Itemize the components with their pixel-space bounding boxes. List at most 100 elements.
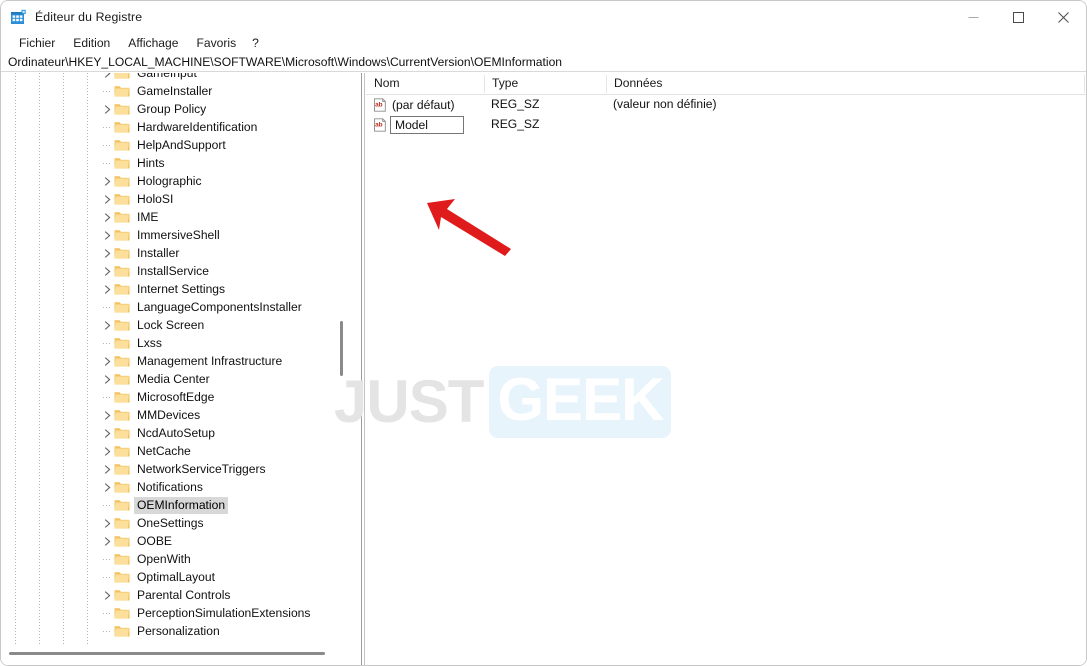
tree-item[interactable]: NetworkServiceTriggers [1, 460, 347, 478]
tree-item-label: GameInput [137, 73, 197, 80]
chevron-right-icon[interactable] [101, 406, 114, 424]
tree-item[interactable]: MicrosoftEdge [1, 388, 347, 406]
tree-item[interactable]: ImmersiveShell [1, 226, 347, 244]
address-bar[interactable]: Ordinateur\HKEY_LOCAL_MACHINE\SOFTWARE\M… [1, 53, 1086, 72]
chevron-right-icon[interactable] [101, 244, 114, 262]
maximize-button[interactable] [996, 1, 1041, 33]
folder-icon [114, 300, 130, 314]
tree-item[interactable]: Personalization [1, 622, 347, 640]
chevron-right-icon[interactable] [101, 262, 114, 280]
chevron-right-icon[interactable] [101, 460, 114, 478]
folder-icon [114, 228, 130, 242]
folder-icon [114, 480, 130, 494]
tree-item[interactable]: HardwareIdentification [1, 118, 347, 136]
tree-item[interactable]: Parental Controls [1, 586, 347, 604]
chevron-right-icon[interactable] [101, 280, 114, 298]
minimize-button[interactable] [951, 1, 996, 33]
value-row[interactable]: ab Model REG_SZ [366, 115, 1086, 135]
tree-item[interactable]: OpenWith [1, 550, 347, 568]
tree-item[interactable]: Hints [1, 154, 347, 172]
tree-item-label: OpenWith [137, 552, 191, 566]
folder-icon [114, 462, 130, 476]
tree-item-label: NcdAutoSetup [137, 426, 215, 440]
tree-item[interactable]: HelpAndSupport [1, 136, 347, 154]
menu-item-affichage[interactable]: Affichage [119, 35, 187, 52]
chevron-right-icon[interactable] [101, 442, 114, 460]
column-header-type[interactable]: Type [484, 76, 518, 90]
tree-item[interactable]: OptimalLayout [1, 568, 347, 586]
pane-splitter[interactable] [361, 73, 365, 665]
close-button[interactable] [1041, 1, 1086, 33]
tree-guide-stub [103, 397, 112, 398]
column-header-nom[interactable]: Nom [366, 76, 400, 90]
folder-icon [114, 336, 130, 350]
menu-item-favoris[interactable]: Favoris [188, 35, 246, 52]
window-controls [951, 1, 1086, 33]
tree-vertical-scrollbar[interactable] [334, 73, 348, 646]
chevron-right-icon[interactable] [101, 100, 114, 118]
tree-item-label: Media Center [137, 372, 210, 386]
tree-item[interactable]: GameInstaller [1, 82, 347, 100]
chevron-right-icon[interactable] [101, 316, 114, 334]
menu-item-edition[interactable]: Edition [64, 35, 119, 52]
menu-item-fichier[interactable]: Fichier [10, 35, 64, 52]
folder-icon [114, 534, 130, 548]
tree-item[interactable]: Lock Screen [1, 316, 347, 334]
main-content: GameInput GameInstaller Group Policy Hardwa… [1, 73, 1086, 665]
chevron-right-icon[interactable] [101, 73, 114, 82]
tree-item[interactable]: Notifications [1, 478, 347, 496]
tree-item[interactable]: Installer [1, 244, 347, 262]
tree-horizontal-scrollbar[interactable] [1, 646, 347, 660]
tree-item[interactable]: MMDevices [1, 406, 347, 424]
tree-item-label: NetworkServiceTriggers [137, 462, 266, 476]
tree-item-label: HelpAndSupport [137, 138, 226, 152]
folder-icon [114, 102, 130, 116]
value-row[interactable]: ab (par défaut) REG_SZ (valeur non définie) [366, 95, 1086, 115]
tree-item[interactable]: HoloSI [1, 190, 347, 208]
tree-item[interactable]: PerceptionSimulationExtensions [1, 604, 347, 622]
menu-item-help[interactable]: ? [245, 35, 267, 52]
tree-item[interactable]: NcdAutoSetup [1, 424, 347, 442]
tree-item-label: HoloSI [137, 192, 174, 206]
chevron-right-icon[interactable] [101, 514, 114, 532]
tree-item[interactable]: OEMInformation [1, 496, 347, 514]
tree-item[interactable]: Media Center [1, 370, 347, 388]
column-header-donnees[interactable]: Données [606, 76, 662, 90]
registry-tree-scrollarea[interactable]: GameInput GameInstaller Group Policy Hardwa… [1, 73, 347, 646]
registry-tree-pane: GameInput GameInstaller Group Policy Hardwa… [1, 73, 361, 665]
tree-item-label: MicrosoftEdge [137, 390, 215, 404]
tree-item-label: OneSettings [137, 516, 204, 530]
value-name-edit-field[interactable]: Model [390, 116, 464, 134]
tree-item[interactable]: Holographic [1, 172, 347, 190]
chevron-right-icon[interactable] [101, 424, 114, 442]
chevron-right-icon[interactable] [101, 226, 114, 244]
tree-item[interactable]: IME [1, 208, 347, 226]
tree-item[interactable]: InstallService [1, 262, 347, 280]
value-type: REG_SZ [491, 97, 540, 111]
tree-item[interactable]: GameInput [1, 73, 347, 82]
chevron-right-icon[interactable] [101, 586, 114, 604]
chevron-right-icon[interactable] [101, 370, 114, 388]
tree-item[interactable]: Internet Settings [1, 280, 347, 298]
string-value-icon: ab [373, 118, 387, 132]
tree-horizontal-scroll-thumb[interactable] [9, 652, 325, 655]
chevron-right-icon[interactable] [101, 172, 114, 190]
chevron-right-icon[interactable] [101, 208, 114, 226]
tree-item-label: LanguageComponentsInstaller [137, 300, 302, 314]
chevron-right-icon[interactable] [101, 478, 114, 496]
tree-item[interactable]: LanguageComponentsInstaller [1, 298, 347, 316]
tree-item-label: Installer [137, 246, 180, 260]
folder-icon [114, 84, 130, 98]
chevron-right-icon[interactable] [101, 352, 114, 370]
tree-item[interactable]: Management Infrastructure [1, 352, 347, 370]
tree-vertical-scroll-thumb[interactable] [340, 321, 343, 376]
chevron-right-icon[interactable] [101, 190, 114, 208]
folder-icon [114, 390, 130, 404]
folder-icon [114, 156, 130, 170]
tree-item[interactable]: OneSettings [1, 514, 347, 532]
tree-item[interactable]: Group Policy [1, 100, 347, 118]
tree-item[interactable]: Lxss [1, 334, 347, 352]
tree-item[interactable]: NetCache [1, 442, 347, 460]
chevron-right-icon[interactable] [101, 532, 114, 550]
tree-item[interactable]: OOBE [1, 532, 347, 550]
